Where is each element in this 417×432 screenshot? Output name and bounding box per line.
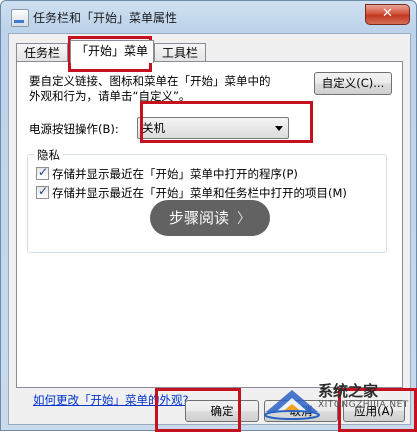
tab-start-menu[interactable]: 「开始」菜单 <box>70 40 154 63</box>
ok-button[interactable]: 确定 <box>185 400 259 422</box>
window-title: 任务栏和「开始」菜单属性 <box>33 11 178 25</box>
tab-taskbar[interactable]: 任务栏 <box>16 43 68 62</box>
step-reading-label: 步骤阅读 <box>168 209 229 227</box>
close-button[interactable]: ✕ <box>365 4 410 25</box>
customize-button[interactable]: 自定义(C)... <box>314 72 392 95</box>
recent-programs-label: 存储并显示最近在「开始」菜单中打开的程序(P) <box>52 167 298 181</box>
chevron-right-icon: 〉 <box>237 211 251 227</box>
tab-toolbars[interactable]: 工具栏 <box>154 43 206 62</box>
checkmark-icon: ✓ <box>38 184 49 198</box>
title-bar[interactable]: 任务栏和「开始」菜单属性 ✕ <box>1 1 416 33</box>
step-reading-overlay[interactable]: 步骤阅读〉 <box>150 200 270 236</box>
power-action-dropdown[interactable]: 关机 <box>137 117 289 139</box>
taskbar-properties-icon <box>11 9 29 27</box>
power-button-label: 电源按钮操作(B): <box>29 122 119 136</box>
dropdown-arrow-icon <box>275 126 283 131</box>
watermark-url: XITONGZHIJIA.NET <box>318 400 409 410</box>
help-link[interactable]: 如何更改「开始」菜单的外观? <box>33 392 189 408</box>
description-line-2: 外观和行为，请单击“自定义”。 <box>29 89 191 103</box>
recent-items-label: 存储并显示最近在「开始」菜单和任务栏中打开的项目(M) <box>52 186 347 200</box>
site-logo-icon <box>264 390 320 420</box>
power-action-value: 关机 <box>142 121 165 135</box>
privacy-group-title: 隐私 <box>34 147 63 163</box>
customize-description: 要自定义链接、图标和菜单在「开始」菜单中的 外观和行为，请单击“自定义”。 <box>29 74 299 104</box>
recent-items-checkbox[interactable]: ✓ <box>36 184 49 199</box>
checkmark-icon: ✓ <box>38 165 49 179</box>
description-line-1: 要自定义链接、图标和菜单在「开始」菜单中的 <box>29 74 271 88</box>
watermark-site-name: 系统之家 <box>318 382 379 400</box>
recent-programs-checkbox[interactable]: ✓ <box>36 165 49 180</box>
